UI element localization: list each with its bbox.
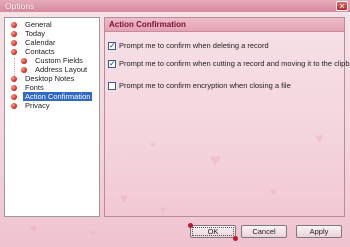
bullet-icon	[11, 40, 17, 46]
title-bar[interactable]: Options ✕	[0, 0, 350, 12]
bullet-icon	[11, 22, 17, 28]
ok-button[interactable]: OK	[190, 225, 236, 238]
bullet-icon	[11, 85, 17, 91]
panel-header: Action Confirmation	[105, 18, 344, 32]
tree-item[interactable]: Calendar	[5, 38, 99, 47]
tree-item[interactable]: Contacts	[5, 47, 99, 56]
heart-decoration-icon: ♥	[90, 228, 96, 238]
tree-item-label: Address Layout	[35, 65, 88, 74]
option-label: Prompt me to confirm when deleting a rec…	[119, 41, 269, 50]
window-title: Options	[5, 1, 35, 11]
confirm-encryption-checkbox[interactable]	[108, 82, 116, 90]
bullet-icon	[11, 94, 17, 100]
confirm-cut-checkbox[interactable]: ✓	[108, 60, 116, 68]
options-tree[interactable]: General Today Calendar Contacts Custom Field…	[4, 17, 100, 217]
cancel-button[interactable]: Cancel	[241, 225, 287, 238]
tree-item[interactable]: Privacy	[5, 101, 99, 110]
heart-decoration-icon	[233, 236, 238, 241]
panel-title: Action Confirmation	[109, 20, 186, 29]
heart-decoration-icon: ♥	[30, 222, 38, 236]
tree-item-label: General	[25, 20, 52, 29]
tree-item-label: Action Confirmation	[23, 92, 93, 101]
bullet-icon	[21, 58, 27, 64]
tree-item[interactable]: Fonts	[5, 83, 99, 92]
tree-item[interactable]: Custom Fields	[5, 56, 99, 65]
tree-item[interactable]: Action Confirmation	[5, 92, 99, 101]
tree-item-label: Privacy	[25, 101, 50, 110]
apply-button[interactable]: Apply	[296, 225, 342, 238]
bullet-icon	[21, 67, 27, 73]
bullet-icon	[11, 103, 17, 109]
option-label: Prompt me to confirm when cutting a reco…	[119, 59, 350, 68]
option-label: Prompt me to confirm encryption when clo…	[119, 81, 291, 90]
tree-item-label: Contacts	[25, 47, 55, 56]
tree-item[interactable]: General	[5, 20, 99, 29]
bullet-icon	[11, 31, 17, 37]
confirm-delete-checkbox[interactable]: ✓	[108, 42, 116, 50]
settings-panel: Action Confirmation ✓ Prompt me to confi…	[104, 17, 350, 217]
tree-item-label: Today	[25, 29, 46, 38]
bullet-icon	[11, 76, 17, 82]
tree-item[interactable]: Address Layout	[5, 65, 99, 74]
tree-item-label: Custom Fields	[35, 56, 83, 65]
heart-decoration-icon	[188, 223, 193, 228]
tree-item-label: Calendar	[25, 38, 56, 47]
tree-item[interactable]: Desktop Notes	[5, 74, 99, 83]
tree-item-label: Fonts	[25, 83, 44, 92]
tree-item[interactable]: Today	[5, 29, 99, 38]
options-window: ♥ ♥ ♥ ♥ ♥ ♥ ♥ ♥ Options ✕ General Today Ca…	[0, 0, 350, 247]
close-icon[interactable]: ✕	[336, 1, 348, 11]
bullet-icon	[11, 49, 17, 55]
tree-item-label: Desktop Notes	[25, 74, 75, 83]
